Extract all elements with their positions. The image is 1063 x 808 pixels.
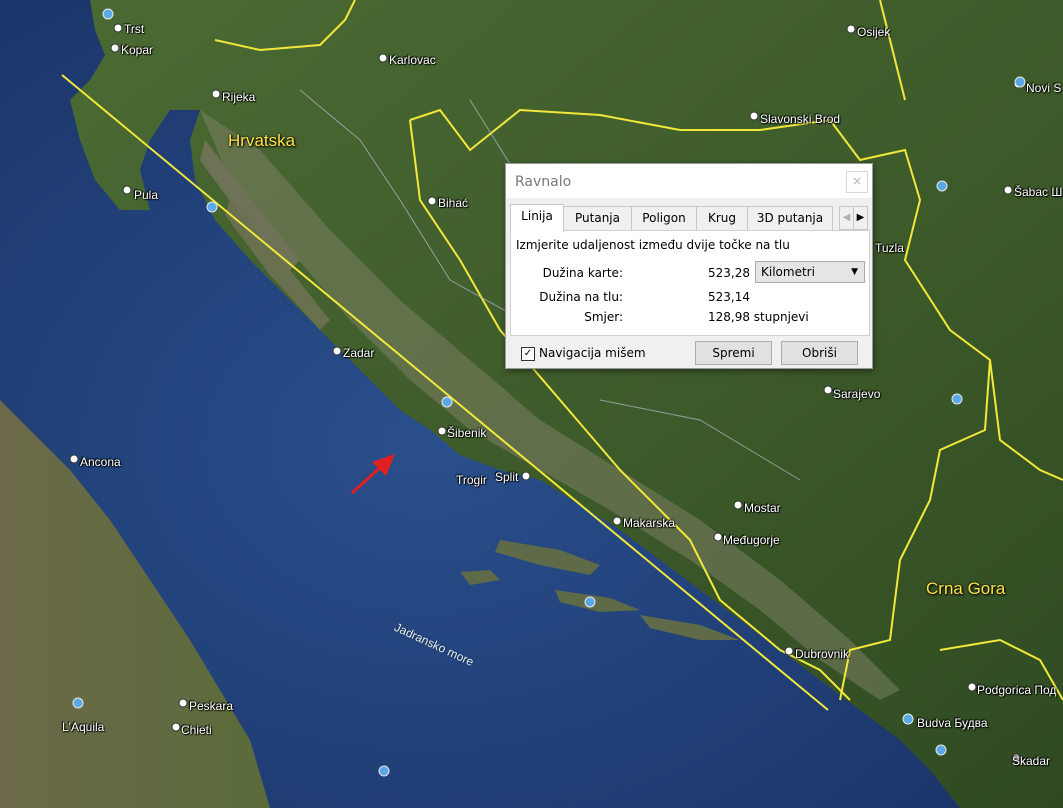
city-label: Bihać bbox=[438, 196, 469, 210]
dialog-titlebar[interactable]: Ravnalo × bbox=[506, 164, 872, 198]
city-label: Osijek bbox=[857, 25, 891, 39]
city-label: Makarska bbox=[623, 516, 676, 530]
unit-select-value: Kilometri bbox=[761, 265, 815, 279]
satellite-map[interactable] bbox=[0, 0, 1063, 808]
tab-scroll-left-icon[interactable]: ◀ bbox=[839, 206, 854, 230]
dialog-title: Ravnalo bbox=[515, 174, 572, 190]
city-label: Trst bbox=[124, 22, 145, 36]
city-label: Sarajevo bbox=[833, 387, 881, 401]
tab-poligon[interactable]: Poligon bbox=[631, 206, 697, 231]
ground-length-value: 523,14 bbox=[708, 290, 750, 304]
city-label: Budva Будва bbox=[917, 716, 988, 730]
city-label: Pula bbox=[134, 188, 159, 202]
city-label: Skadar bbox=[1012, 754, 1051, 768]
heading-label: Smjer: bbox=[584, 310, 623, 324]
city-label: Trogir bbox=[456, 473, 487, 487]
city-label: Šibenik bbox=[447, 426, 487, 440]
city-label: Split bbox=[495, 470, 519, 484]
tab-krug[interactable]: Krug bbox=[696, 206, 748, 231]
city-label: Podgorica Под bbox=[977, 683, 1057, 697]
measurement-panel: Izmjerite udaljenost između dvije točke … bbox=[510, 230, 870, 336]
city-label: Novi S bbox=[1026, 81, 1062, 95]
clear-button[interactable]: Obriši bbox=[781, 341, 858, 365]
tab-3d-putanja[interactable]: 3D putanja bbox=[747, 206, 833, 231]
save-button[interactable]: Spremi bbox=[695, 341, 772, 365]
city-label: Ancona bbox=[80, 455, 121, 469]
country-label: Crna Gora bbox=[926, 579, 1006, 598]
chevron-down-icon: ▼ bbox=[851, 267, 858, 277]
city-label: Tuzla bbox=[875, 241, 904, 255]
ruler-dialog: Ravnalo × Linija Putanja Poligon Krug 3D… bbox=[505, 163, 873, 369]
mouse-navigation-label[interactable]: Navigacija mišem bbox=[539, 346, 646, 360]
unit-select[interactable]: Kilometri ▼ bbox=[755, 261, 865, 283]
city-label: Rijeka bbox=[222, 90, 256, 104]
country-label: Hrvatska bbox=[228, 131, 296, 150]
city-label: Kopar bbox=[121, 43, 154, 57]
tab-putanja[interactable]: Putanja bbox=[563, 206, 632, 231]
close-button[interactable]: × bbox=[846, 171, 868, 193]
city-label: Zadar bbox=[343, 346, 375, 360]
heading-value: 128,98 stupnjevi bbox=[708, 310, 809, 324]
city-label: L'Aquila bbox=[62, 720, 105, 734]
tab-linija[interactable]: Linija bbox=[510, 204, 564, 232]
city-label: Chieti bbox=[181, 723, 212, 737]
ground-length-label: Dužina na tlu: bbox=[539, 290, 623, 304]
city-label: Dubrovnik bbox=[795, 647, 850, 661]
tab-scroll-right-icon[interactable]: ▶ bbox=[853, 206, 868, 230]
city-label: Slavonski Brod bbox=[760, 112, 841, 126]
map-length-value: 523,28 bbox=[708, 266, 750, 280]
description-text: Izmjerite udaljenost između dvije točke … bbox=[516, 238, 790, 252]
city-label: Peskara bbox=[189, 699, 234, 713]
city-label: Međugorje bbox=[723, 533, 780, 547]
map-length-label: Dužina karte: bbox=[542, 266, 623, 280]
city-label: Šabac Ш bbox=[1014, 185, 1063, 199]
mouse-navigation-checkbox[interactable]: ✓ bbox=[521, 347, 535, 361]
city-label: Karlovac bbox=[389, 53, 436, 67]
city-label: Mostar bbox=[744, 501, 781, 515]
